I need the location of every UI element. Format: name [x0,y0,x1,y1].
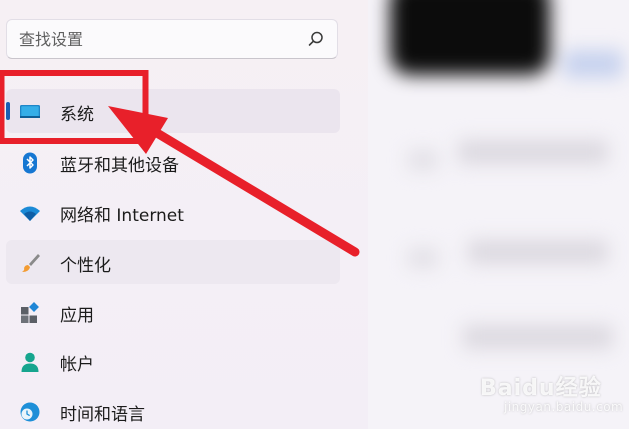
sidebar-item-accounts[interactable]: 帐户 [6,339,340,383]
sidebar-item-label: 蓝牙和其他设备 [60,156,179,176]
sidebar-item-apps[interactable]: 应用 [6,290,340,334]
search-input[interactable] [19,26,289,52]
sidebar-item-label: 网络和 Internet [60,206,184,226]
paintbrush-icon [22,254,40,272]
clock-globe-icon [20,402,40,422]
settings-sidebar: 系统 蓝牙和其他设备 网络和 Internet 个性化 应用 [0,0,368,429]
monitor-icon [20,105,40,118]
sidebar-item-time-language[interactable]: 时间和语言 [6,389,340,429]
apps-icon [21,302,39,323]
user-icon [21,352,39,372]
watermark: Baidu经验 jingyan.baidu.com [480,376,624,414]
sidebar-item-label: 个性化 [60,256,111,276]
bluetooth-icon [23,152,37,174]
sidebar-item-personalization[interactable]: 个性化 [6,240,340,284]
sidebar-item-network[interactable]: 网络和 Internet [6,190,340,234]
sidebar-item-system[interactable]: 系统 [6,89,340,133]
sidebar-item-label: 时间和语言 [60,405,145,425]
selection-indicator [6,102,10,120]
search-box[interactable] [6,19,338,59]
sidebar-item-label: 应用 [60,306,94,326]
sidebar-item-label: 帐户 [60,355,94,375]
search-icon[interactable] [307,30,325,48]
sidebar-item-bluetooth[interactable]: 蓝牙和其他设备 [6,140,340,184]
content-pane-blurred [368,0,629,429]
wifi-icon [20,206,40,221]
sidebar-item-label: 系统 [60,105,94,125]
